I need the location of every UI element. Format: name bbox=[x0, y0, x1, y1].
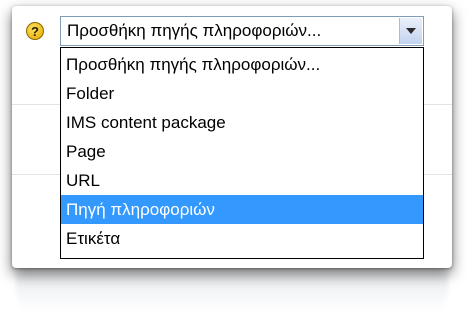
dropdown-option-page[interactable]: Page bbox=[61, 137, 423, 166]
frame-reflection bbox=[16, 272, 448, 312]
dropdown-option-folder[interactable]: Folder bbox=[61, 79, 423, 108]
dropdown-option-resource[interactable]: Πηγή πληροφοριών bbox=[61, 195, 423, 224]
dropdown-option-add-resource[interactable]: Προσθήκη πηγής πληροφοριών... bbox=[61, 50, 423, 79]
dropdown-option-label[interactable]: Ετικέτα bbox=[61, 224, 423, 253]
select-current-value: Προσθήκη πηγής πληροφοριών... bbox=[67, 21, 322, 40]
add-resource-select[interactable]: Προσθήκη πηγής πληροφοριών... bbox=[60, 16, 424, 46]
dropdown-toggle-button[interactable] bbox=[399, 18, 422, 44]
chevron-down-icon bbox=[406, 28, 416, 34]
dropdown-option-ims-content-package[interactable]: IMS content package bbox=[61, 108, 423, 137]
dropdown-list: Προσθήκη πηγής πληροφοριών... Folder IMS… bbox=[60, 47, 424, 259]
help-icon[interactable]: ? bbox=[26, 22, 44, 40]
dropdown-option-url[interactable]: URL bbox=[61, 166, 423, 195]
